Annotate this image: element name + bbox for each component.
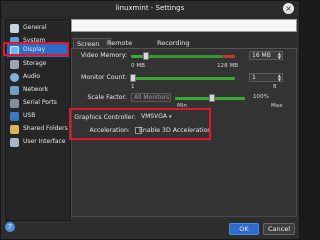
user-interface-icon xyxy=(10,138,19,147)
dialog-button-bar: ? OK Cancel xyxy=(1,219,299,240)
close-icon[interactable]: × xyxy=(283,3,294,14)
scale-factor-label: Scale Factor: xyxy=(87,94,127,101)
help-icon[interactable]: ? xyxy=(5,222,15,232)
sidebar-item-audio[interactable]: Audio xyxy=(7,71,69,84)
sidebar-item-user-interface[interactable]: User Interface xyxy=(7,136,69,149)
video-memory-max: 128 MB xyxy=(217,63,239,69)
monitor-count-slider[interactable] xyxy=(130,74,136,82)
monitor-count-value: 1 xyxy=(252,74,256,81)
video-memory-track-red xyxy=(223,55,235,58)
spin-arrows-icon[interactable]: ▲ ▼ xyxy=(278,52,281,60)
sidebar-item-label: Storage xyxy=(23,60,47,67)
title-bar[interactable]: linuxmint - Settings × xyxy=(1,1,299,18)
sidebar-item-label: General xyxy=(23,24,47,31)
scale-factor-max: Max xyxy=(271,103,283,109)
usb-icon xyxy=(10,112,19,121)
sidebar-item-label: Network xyxy=(23,86,49,93)
network-icon xyxy=(10,86,19,95)
cancel-button[interactable]: Cancel xyxy=(263,223,295,235)
spin-arrows-icon[interactable]: ▲ ▼ xyxy=(278,74,281,82)
monitor-count-track xyxy=(131,77,235,80)
monitor-count-max: 8 xyxy=(273,84,277,90)
ok-button[interactable]: OK xyxy=(229,223,259,235)
scale-factor-monitor-value: All Monitors xyxy=(134,94,170,101)
sidebar-item-general[interactable]: General xyxy=(7,22,69,35)
audio-icon xyxy=(10,73,19,82)
scale-factor-slider[interactable] xyxy=(209,94,215,102)
sidebar-item-network[interactable]: Network xyxy=(7,84,69,97)
sidebar-item-serial-ports[interactable]: Serial Ports xyxy=(7,97,69,110)
sidebar-item-label: USB xyxy=(23,112,36,119)
display-highlight-box xyxy=(3,42,69,56)
video-memory-track xyxy=(145,55,223,58)
sidebar-item-label: Audio xyxy=(23,73,41,80)
storage-icon xyxy=(10,60,19,69)
sidebar-item-label: Shared Folders xyxy=(23,125,68,132)
video-memory-slider[interactable] xyxy=(143,52,149,60)
section-header-box xyxy=(71,19,297,32)
graphics-highlight-box xyxy=(69,108,211,140)
sidebar-item-storage[interactable]: Storage xyxy=(7,58,69,71)
video-memory-value: 16 MB xyxy=(252,52,271,59)
sidebar-item-usb[interactable]: USB xyxy=(7,110,69,123)
serial-ports-icon xyxy=(10,99,19,108)
monitor-count-field[interactable]: 1 ▲ ▼ xyxy=(249,73,283,82)
video-memory-label: Video Memory: xyxy=(80,52,127,59)
sidebar-item-label: Serial Ports xyxy=(23,99,57,106)
scale-factor-monitor-select[interactable]: All Monitors xyxy=(131,93,171,102)
window-title: linuxmint - Settings xyxy=(115,4,185,12)
sidebar-item-label: User Interface xyxy=(23,138,66,145)
general-icon xyxy=(10,24,19,33)
sidebar-item-shared-folders[interactable]: Shared Folders xyxy=(7,123,69,136)
monitor-count-min: 1 xyxy=(131,84,135,90)
scale-factor-percent[interactable]: 100% xyxy=(253,94,269,100)
shared-folders-icon xyxy=(10,125,19,134)
video-memory-field[interactable]: 16 MB ▲ ▼ xyxy=(249,51,283,60)
settings-window: linuxmint - Settings × General System Di… xyxy=(0,0,300,240)
video-memory-min: 0 MB xyxy=(131,63,146,69)
monitor-count-label: Monitor Count: xyxy=(81,74,127,81)
